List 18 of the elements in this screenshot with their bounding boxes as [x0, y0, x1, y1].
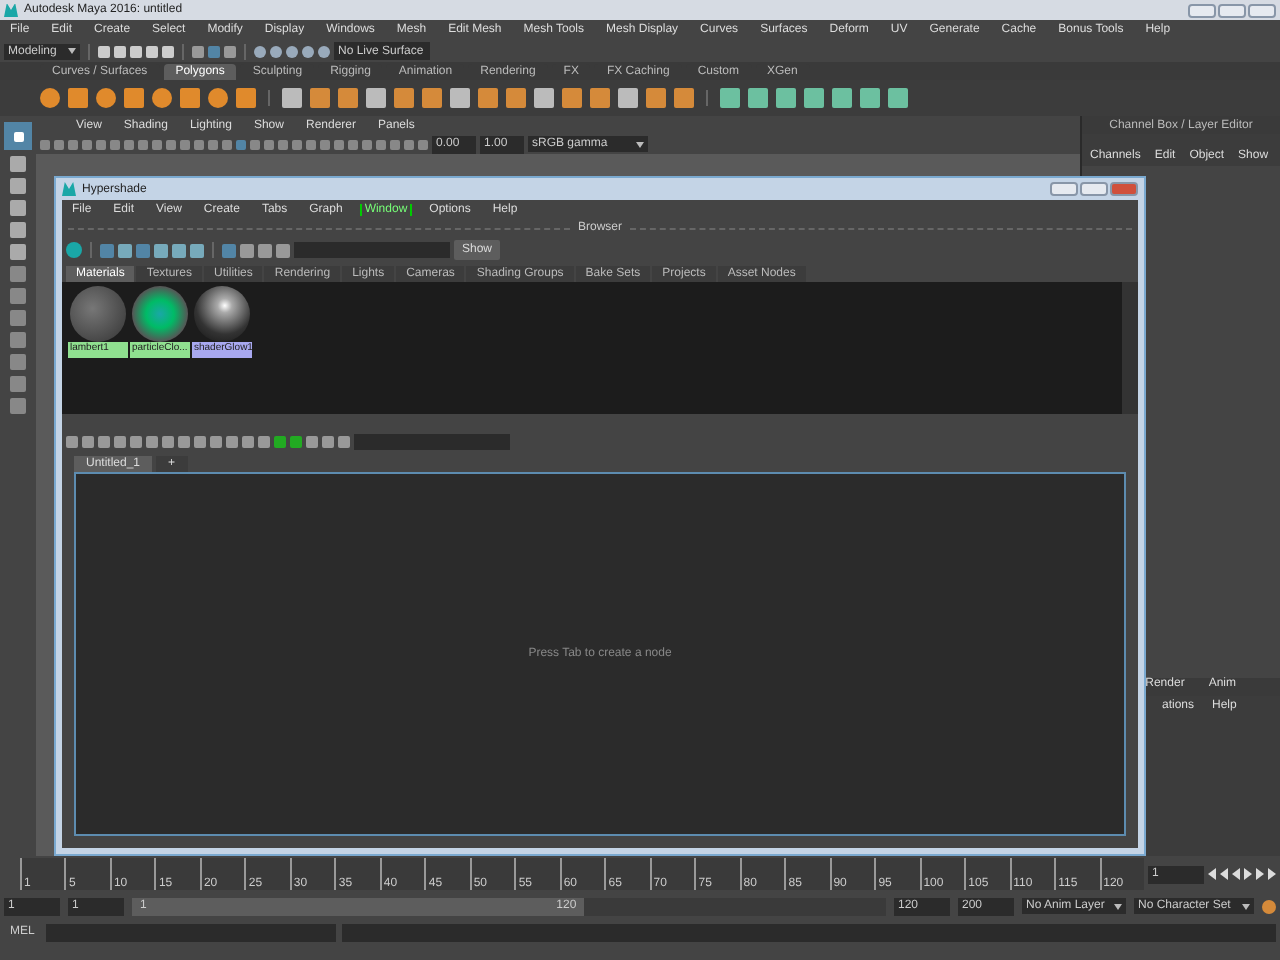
- node-search-field[interactable]: [354, 434, 510, 450]
- search-field[interactable]: [294, 242, 450, 258]
- sphere-icon[interactable]: [40, 88, 60, 108]
- play-icon[interactable]: [1244, 868, 1252, 880]
- app-logo-icon: [4, 3, 18, 17]
- command-input-field[interactable]: [46, 923, 337, 941]
- material-swatch[interactable]: [132, 286, 188, 342]
- minimize-button[interactable]: [1188, 3, 1216, 17]
- maximize-button[interactable]: [1218, 3, 1246, 17]
- select-tool-button[interactable]: [4, 122, 32, 150]
- close-button[interactable]: [1110, 182, 1138, 196]
- material-swatch[interactable]: [194, 286, 250, 342]
- material-swatch[interactable]: [70, 286, 126, 342]
- play-backward-icon[interactable]: [1232, 868, 1240, 880]
- close-button[interactable]: [1248, 3, 1276, 17]
- minimize-button[interactable]: [1050, 182, 1078, 196]
- maximize-button[interactable]: [1080, 182, 1108, 196]
- app-logo-icon: [62, 182, 76, 196]
